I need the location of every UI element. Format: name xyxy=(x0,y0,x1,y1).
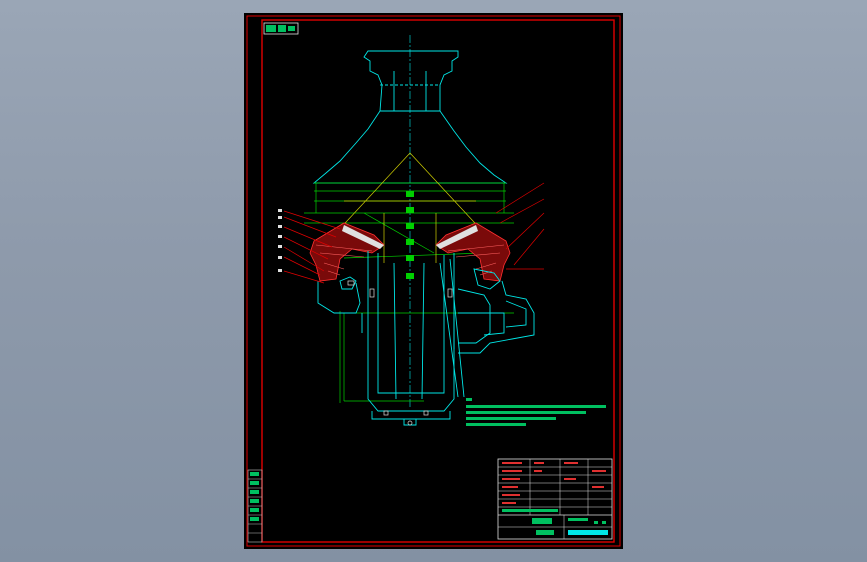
technical-notes xyxy=(466,398,606,426)
inner-frame xyxy=(261,19,615,543)
left-crushing-section xyxy=(309,222,385,282)
right-crushing-section xyxy=(435,222,511,282)
drawing-sheet xyxy=(244,13,623,549)
title-block xyxy=(497,458,613,540)
fastener-details xyxy=(347,280,453,426)
construction-lines xyxy=(304,182,514,403)
outer-frame xyxy=(246,15,621,547)
cad-drawing xyxy=(246,15,621,547)
drawing-number-box xyxy=(263,22,299,35)
crusher-body xyxy=(317,251,535,426)
left-registry-column xyxy=(247,469,263,543)
left-leader-tags xyxy=(278,209,282,272)
